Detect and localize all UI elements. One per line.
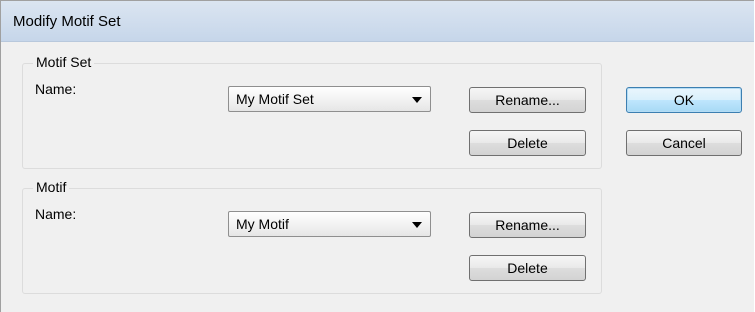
ok-button[interactable]: OK xyxy=(626,87,742,113)
chevron-down-icon xyxy=(412,222,422,228)
motif-set-name-dropdown[interactable]: My Motif Set xyxy=(228,86,431,112)
motif-rename-button[interactable]: Rename... xyxy=(469,212,586,238)
motif-set-name-label: Name: xyxy=(35,81,77,97)
motif-name-label: Name: xyxy=(35,206,77,222)
motif-group-legend: Motif xyxy=(33,179,70,195)
cancel-button[interactable]: Cancel xyxy=(626,130,742,156)
motif-set-rename-button[interactable]: Rename... xyxy=(469,87,586,113)
window-title: Modify Motif Set xyxy=(13,13,121,30)
motif-delete-button[interactable]: Delete xyxy=(469,255,586,281)
motif-group: Motif Name: My Motif Rename... Delete xyxy=(22,179,602,294)
motif-set-group-legend: Motif Set xyxy=(33,54,95,70)
motif-set-selected-value: My Motif Set xyxy=(236,91,314,107)
motif-selected-value: My Motif xyxy=(236,216,289,232)
chevron-down-icon xyxy=(412,97,422,103)
motif-set-delete-button[interactable]: Delete xyxy=(469,130,586,156)
motif-name-dropdown[interactable]: My Motif xyxy=(228,211,431,237)
motif-set-group: Motif Set Name: My Motif Set Rename... D… xyxy=(22,54,602,169)
dialog-window: Modify Motif Set Motif Set Name: My Moti… xyxy=(0,0,754,312)
title-bar[interactable]: Modify Motif Set xyxy=(1,1,754,42)
